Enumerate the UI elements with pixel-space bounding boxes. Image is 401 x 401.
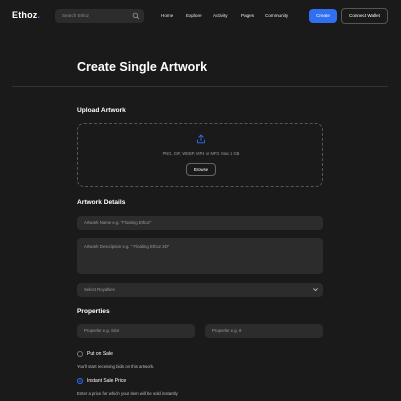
upload-heading: Upload Artwork [77,107,126,114]
search-placeholder: Search Ethoz [62,13,90,18]
put-on-sale-radio[interactable] [77,351,83,357]
instant-sale-radio[interactable] [77,378,83,384]
logo[interactable]: Ethoz. [12,10,40,20]
instant-sale-label: Instant Sale Price [87,378,127,384]
properties-heading: Properties [77,308,110,315]
browse-button[interactable]: Browse [186,163,216,176]
create-button[interactable]: Create [309,9,337,23]
logo-dot: . [37,10,41,20]
property-key-placeholder: Propertie e.g. Size [84,328,120,333]
details-heading: Artwork Details [77,199,126,206]
upload-dropzone[interactable]: PNG, GIF, WEBP, MP4 or MP3. Max 1 GB Bro… [77,123,323,187]
divider [12,86,388,87]
artwork-description-placeholder: Artwork Description e.g. " Floating Etho… [84,244,170,249]
put-on-sale-help: You'll start receiving bids on this artw… [77,364,155,369]
page-title: Create Single Artwork [77,60,208,74]
top-nav: Ethoz. Search Ethoz Home Explore Activit… [0,0,401,33]
nav-link-home[interactable]: Home [161,13,173,18]
artwork-description-textarea[interactable]: Artwork Description e.g. " Floating Etho… [77,238,323,274]
upload-icon [197,134,205,144]
connect-wallet-button[interactable]: Connect Wallet [341,8,388,24]
chevron-down-icon [313,288,318,291]
logo-text: Ethoz [12,10,38,20]
nav-link-explore[interactable]: Explore [186,13,202,18]
search-icon [132,12,140,20]
property-key-input[interactable]: Propertie e.g. Size [77,324,195,338]
instant-sale-help: Enter a price for which your item will b… [77,391,178,396]
nav-link-community[interactable]: Community [265,13,288,18]
artwork-name-input[interactable]: Artwork Name e.g. "Floating Ethoz" [77,216,323,230]
property-value-input[interactable]: Propertie e.g. 8 [205,324,323,338]
property-value-placeholder: Propertie e.g. 8 [212,328,242,333]
royalties-select[interactable]: Select Royalties [77,283,323,297]
upload-formats-text: PNG, GIF, WEBP, MP4 or MP3. Max 1 GB [162,151,240,156]
put-on-sale-label: Put on Sale [87,351,113,357]
nav-link-pages[interactable]: Pages [241,13,254,18]
artwork-name-placeholder: Artwork Name e.g. "Floating Ethoz" [84,220,152,225]
royalties-placeholder: Select Royalties [84,287,115,292]
nav-link-activity[interactable]: Activity [213,13,228,18]
search-input[interactable]: Search Ethoz [55,9,144,23]
